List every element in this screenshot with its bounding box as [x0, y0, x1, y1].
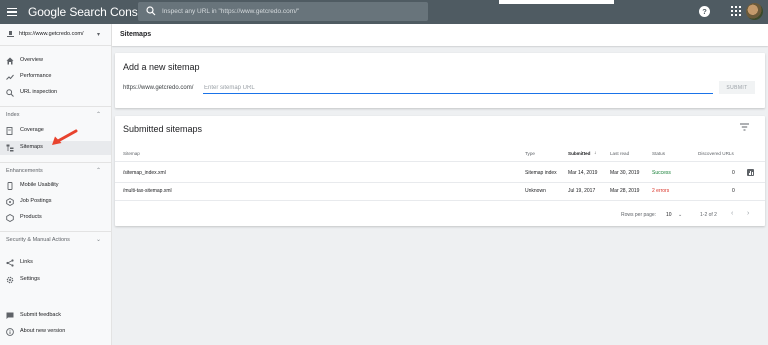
search-icon — [6, 89, 14, 97]
rows-per-page-select[interactable]: 10 — [666, 212, 672, 218]
column-header-last-read[interactable]: Last read — [610, 151, 629, 156]
section-label: Security & Manual Actions — [6, 237, 70, 243]
divider — [115, 200, 765, 201]
card-title: Add a new sitemap — [123, 62, 200, 72]
status-badge: Success — [652, 170, 671, 176]
annotation-arrow-icon — [52, 129, 78, 145]
popup-edge — [499, 0, 614, 4]
next-page-icon[interactable]: › — [747, 210, 749, 217]
caret-down-icon: ▾ — [97, 32, 101, 38]
row-type: Unknown — [525, 188, 546, 194]
sidebar-item-overview[interactable]: Overview — [0, 54, 111, 68]
section-label: Index — [6, 112, 20, 118]
property-icon — [7, 31, 14, 37]
home-icon — [6, 57, 14, 65]
column-header-sitemap[interactable]: Sitemap — [123, 151, 140, 156]
column-header-discovered-urls[interactable]: Discovered URLs — [698, 151, 734, 156]
sort-arrow-icon[interactable]: ↓ — [594, 150, 596, 155]
sitemap-url-input[interactable] — [203, 82, 713, 94]
column-header-status[interactable]: Status — [652, 151, 665, 156]
chevron-up-icon: ⌃ — [96, 168, 102, 174]
add-sitemap-card: Add a new sitemap https://www.getcredo.c… — [115, 53, 765, 108]
sidebar-item-label: URL inspection — [20, 89, 58, 95]
menu-icon[interactable] — [4, 3, 20, 21]
section-enhancements[interactable]: Enhancements ⌃ — [0, 162, 111, 176]
sidebar-item-label: Mobile Usability — [20, 182, 59, 188]
rows-per-page-label: Rows per page: — [621, 212, 657, 218]
top-app-bar: Google Search Console ? — [0, 0, 768, 24]
gear-icon — [6, 276, 14, 284]
column-header-type[interactable]: Type — [525, 151, 535, 156]
sidebar-item-label: Performance — [20, 73, 52, 79]
divider — [115, 182, 765, 183]
app-title[interactable]: Google Search Console — [28, 5, 153, 19]
pagination-range: 1-2 of 2 — [700, 212, 717, 218]
page-header: Sitemaps — [112, 24, 768, 46]
help-icon[interactable]: ? — [699, 6, 710, 17]
coverage-icon — [6, 127, 13, 135]
chevron-down-icon: ⌄ — [96, 237, 102, 243]
sidebar-item-label: Submit feedback — [20, 312, 61, 318]
filter-icon[interactable] — [740, 123, 749, 131]
row-discovered-urls: 0 — [732, 170, 735, 176]
property-url: https://www.getcredo.com/ — [19, 31, 84, 37]
prev-page-icon[interactable]: ‹ — [731, 210, 733, 217]
divider — [115, 161, 765, 162]
property-selector[interactable]: https://www.getcredo.com/ ▾ — [0, 24, 111, 46]
row-discovered-urls: 0 — [732, 188, 735, 194]
section-security[interactable]: Security & Manual Actions ⌄ — [0, 231, 111, 245]
product-icon — [6, 214, 14, 222]
row-last-read: Mar 30, 2019 — [610, 170, 640, 176]
page-title: Sitemaps — [120, 31, 152, 38]
feedback-icon — [6, 312, 14, 319]
search-input[interactable] — [162, 5, 412, 18]
sidebar-item-label: Job Postings — [20, 198, 52, 204]
sidebar-item-label: About new version — [20, 328, 66, 334]
submit-button[interactable]: SUBMIT — [719, 81, 755, 94]
sidebar-item-submit-feedback[interactable]: Submit feedback — [0, 309, 111, 323]
row-submitted: Jul 19, 2017 — [568, 188, 596, 194]
trending-up-icon — [6, 74, 14, 80]
info-icon — [6, 328, 14, 336]
phone-icon — [7, 182, 13, 190]
sidebar-item-label: Products — [20, 214, 42, 220]
submitted-sitemaps-card: Submitted sitemaps Sitemap Type Submitte… — [115, 116, 765, 226]
chevron-up-icon: ⌃ — [96, 112, 102, 118]
row-sitemap: /multi-tax-sitemap.xml — [123, 188, 172, 194]
url-inspection-search[interactable] — [138, 2, 428, 21]
sidebar-item-label: Sitemaps — [20, 144, 43, 150]
sidebar-item-label: Coverage — [20, 127, 44, 133]
sidebar-item-about-new-version[interactable]: About new version — [0, 325, 111, 339]
chevron-down-icon[interactable]: ⌄ — [678, 212, 682, 218]
avatar[interactable] — [746, 3, 763, 20]
sidebar-item-url-inspection[interactable]: URL inspection — [0, 86, 111, 100]
job-icon — [6, 198, 14, 206]
status-badge: 2 errors — [652, 188, 670, 194]
sidebar-item-label: Settings — [20, 276, 40, 282]
column-header-submitted[interactable]: Submitted — [568, 151, 590, 156]
row-submitted: Mar 14, 2019 — [568, 170, 598, 176]
row-last-read: Mar 28, 2019 — [610, 188, 640, 194]
links-icon — [6, 259, 14, 267]
section-label: Enhancements — [6, 168, 43, 174]
sidebar-item-performance[interactable]: Performance — [0, 70, 111, 84]
sidebar-item-label: Overview — [20, 57, 43, 63]
svg-text:?: ? — [702, 7, 707, 16]
section-index[interactable]: Index ⌃ — [0, 106, 111, 120]
sidebar-item-job-postings[interactable]: Job Postings — [0, 195, 111, 209]
sidebar-item-mobile-usability[interactable]: Mobile Usability — [0, 179, 111, 193]
sitemap-icon — [6, 144, 14, 152]
row-sitemap: /sitemap_index.xml — [123, 170, 166, 176]
apps-grid-icon[interactable] — [731, 6, 741, 16]
sidebar-item-products[interactable]: Products — [0, 211, 111, 225]
sidebar-item-links[interactable]: Links — [0, 256, 111, 270]
sidebar-item-settings[interactable]: Settings — [0, 273, 111, 287]
chart-icon[interactable] — [747, 169, 754, 176]
sitemap-url-prefix: https://www.getcredo.com/ — [123, 85, 194, 91]
search-icon — [146, 6, 156, 16]
sidebar: https://www.getcredo.com/ ▾ Overview Per… — [0, 24, 112, 345]
sidebar-item-label: Links — [20, 259, 33, 265]
row-type: Sitemap index — [525, 170, 557, 176]
card-title: Submitted sitemaps — [123, 124, 203, 134]
